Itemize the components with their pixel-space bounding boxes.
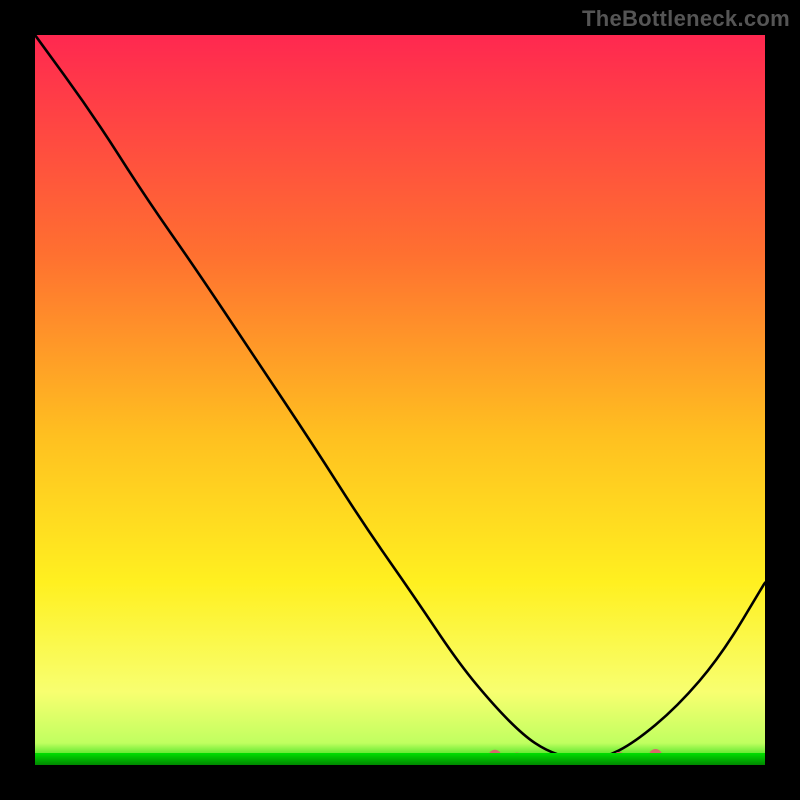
plot-area bbox=[35, 35, 765, 765]
chart-container: TheBottleneck.com bbox=[0, 0, 800, 800]
optimal-zone-band bbox=[35, 753, 765, 765]
watermark-text: TheBottleneck.com bbox=[582, 6, 790, 32]
gradient-background bbox=[35, 35, 765, 765]
chart-svg bbox=[35, 35, 765, 765]
